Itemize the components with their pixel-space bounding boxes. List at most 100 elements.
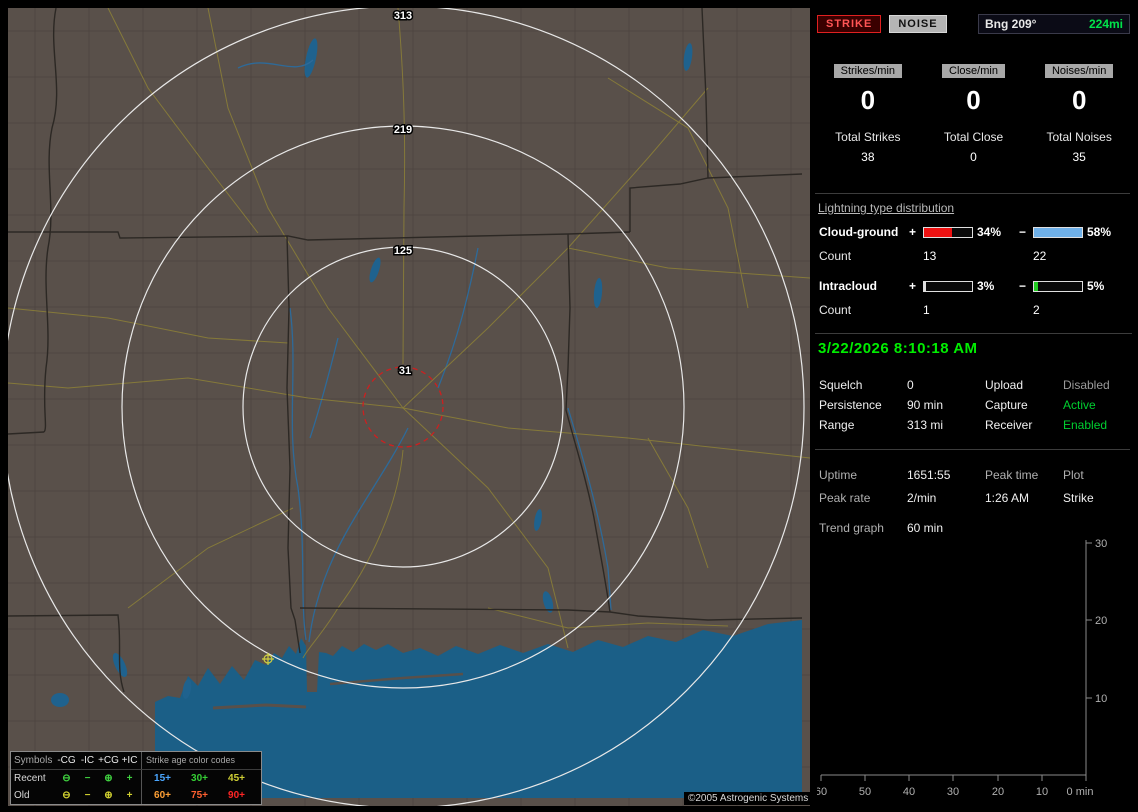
squelch-value: 0 [907,378,914,392]
total-noises-label: Total Noises [1046,130,1112,144]
age-code-45: 45+ [228,773,245,784]
intracloud-row: Intracloud + 3% − 5% [815,278,1132,294]
upload-label: Upload [985,378,1024,392]
noise-indicator-button[interactable]: NOISE [889,15,947,33]
legend-col-neg-ic: -IC [80,755,95,766]
ic-minus-count: 2 [1033,303,1040,317]
intracloud-count-row: Count 1 2 [815,302,1132,318]
bearing-display: Bng 209° 224mi [978,14,1130,34]
status-row: Peak rate 2/min 1:26 AM Strike [815,486,1132,509]
total-noises-value: 35 [1072,150,1086,164]
rates-row: Strikes/min 0 Close/min 0 Noises/min 0 [815,63,1132,116]
status-section: Uptime 1651:55 Peak time Plot Peak rate … [815,463,1132,509]
trend-x-tick-20: 20 [992,786,1004,798]
plot-value: Strike [1063,490,1094,505]
ic-plus-count: 1 [923,303,930,317]
status-panel: STRIKE NOISE Bng 209° 224mi Strikes/min … [815,8,1132,805]
plus-sign: + [909,225,917,239]
trend-x-ticks [820,775,1087,781]
total-close-label: Total Close [943,130,1004,144]
intracloud-label: Intracloud [819,279,878,293]
noises-per-min-label: Noises/min [1044,64,1114,78]
ring-label-313: 313 [394,10,412,22]
count-label: Count [819,249,852,263]
trend-x-tick-30: 30 [947,786,959,798]
ic-minus-bar-fill [1034,281,1039,291]
divider [815,449,1130,450]
trend-y-tick-20: 20 [1095,615,1107,627]
total-noises: Total Noises 35 [1026,130,1132,164]
app-window: { "colors": { "accent_green": "#00ee00",… [0,0,1138,812]
total-strikes-value: 38 [861,150,875,164]
legend-old-row: Old ⊖ − ⊕ + 60+ 75+ 90+ [11,787,261,804]
trend-x-tick-50: 50 [859,786,871,798]
status-row: Uptime 1651:55 Peak time Plot [815,463,1132,486]
total-close-value: 0 [970,150,977,164]
map-display[interactable]: 313 219 125 31 [8,8,810,806]
cloud-ground-row: Cloud-ground + 34% − 58% [815,224,1132,240]
bearing-label: Bng 209° [985,17,1037,31]
recent-pos-cg-icon: ⊕ [104,773,113,784]
receiver-label: Receiver [985,418,1033,432]
plot-label: Plot [1063,467,1084,482]
trend-graph-label: Trend graph [819,520,884,535]
legend-recent-label: Recent [14,773,46,784]
legend-old-label: Old [14,790,30,801]
trend-x-tick-10: 10 [1036,786,1048,798]
trend-graph: 30 20 10 60 50 40 30 20 10 0 min [817,538,1107,798]
peak-rate-label: Peak rate [819,490,871,505]
ic-minus-bar [1033,280,1083,292]
legend-recent-row: Recent ⊖ − ⊕ + 15+ 30+ 45+ [11,770,261,787]
divider [815,193,1130,194]
age-code-75: 75+ [191,790,208,801]
ic-minus-pct: 5% [1087,279,1105,293]
trend-y-tick-30: 30 [1095,538,1107,550]
recent-neg-cg-icon: ⊖ [62,773,71,784]
old-pos-cg-icon: ⊕ [104,790,113,801]
strikes-per-min: Strikes/min 0 [815,63,921,116]
total-close: Total Close 0 [921,130,1027,164]
symbol-legend: Symbols -CG -IC +CG +IC Strike age color… [10,751,262,805]
ic-plus-bar-fill [924,281,927,291]
peak-time-label: Peak time [985,467,1039,482]
cg-minus-pct: 58% [1087,225,1112,239]
close-per-min: Close/min 0 [921,63,1027,116]
close-per-min-value: 0 [966,85,981,115]
uptime-value: 1651:55 [907,467,951,482]
ring-label-125: 125 [394,245,412,257]
age-code-15: 15+ [154,773,171,784]
strikes-per-min-value: 0 [860,85,876,115]
peak-rate-value: 2/min [907,490,937,505]
legend-col-neg-cg: -CG [57,755,76,766]
upload-value: Disabled [1063,378,1110,392]
ring-label-31: 31 [399,365,411,377]
range-label: Range [819,418,855,432]
squelch-label: Squelch [819,378,863,392]
old-neg-ic-icon: − [84,790,91,801]
strikes-per-min-label: Strikes/min [833,64,903,78]
count-label: Count [819,303,852,317]
age-code-60: 60+ [154,790,171,801]
noises-per-min-value: 0 [1071,85,1087,115]
cg-minus-bar-fill [1034,227,1082,237]
cg-plus-bar [923,226,973,238]
cg-plus-bar-fill [924,227,953,237]
cg-minus-bar [1033,226,1083,238]
receiver-value: Enabled [1063,418,1108,432]
trend-graph-value: 60 min [907,520,944,535]
plus-sign: + [909,279,917,293]
settings-row: Range 313 mi Receiver Enabled [815,415,1132,435]
capture-label: Capture [985,398,1028,412]
peak-time-value: 1:26 AM [985,490,1030,505]
settings-section: Squelch 0 Upload Disabled Persistence 90… [815,375,1132,435]
legend-col-pos-ic: +IC [121,755,138,766]
strike-indicator-button[interactable]: STRIKE [817,15,882,33]
trend-x-tick-60: 60 [817,786,827,798]
persistence-value: 90 min [907,398,944,412]
indicator-row: STRIKE NOISE Bng 209° 224mi [815,14,1132,34]
cloud-ground-count-row: Count 13 22 [815,248,1132,264]
legend-header-row: Symbols -CG -IC +CG +IC Strike age color… [11,752,261,770]
close-per-min-label: Close/min [942,64,1005,78]
trend-y-ticks [1086,542,1092,699]
cg-plus-pct: 34% [977,225,1002,239]
